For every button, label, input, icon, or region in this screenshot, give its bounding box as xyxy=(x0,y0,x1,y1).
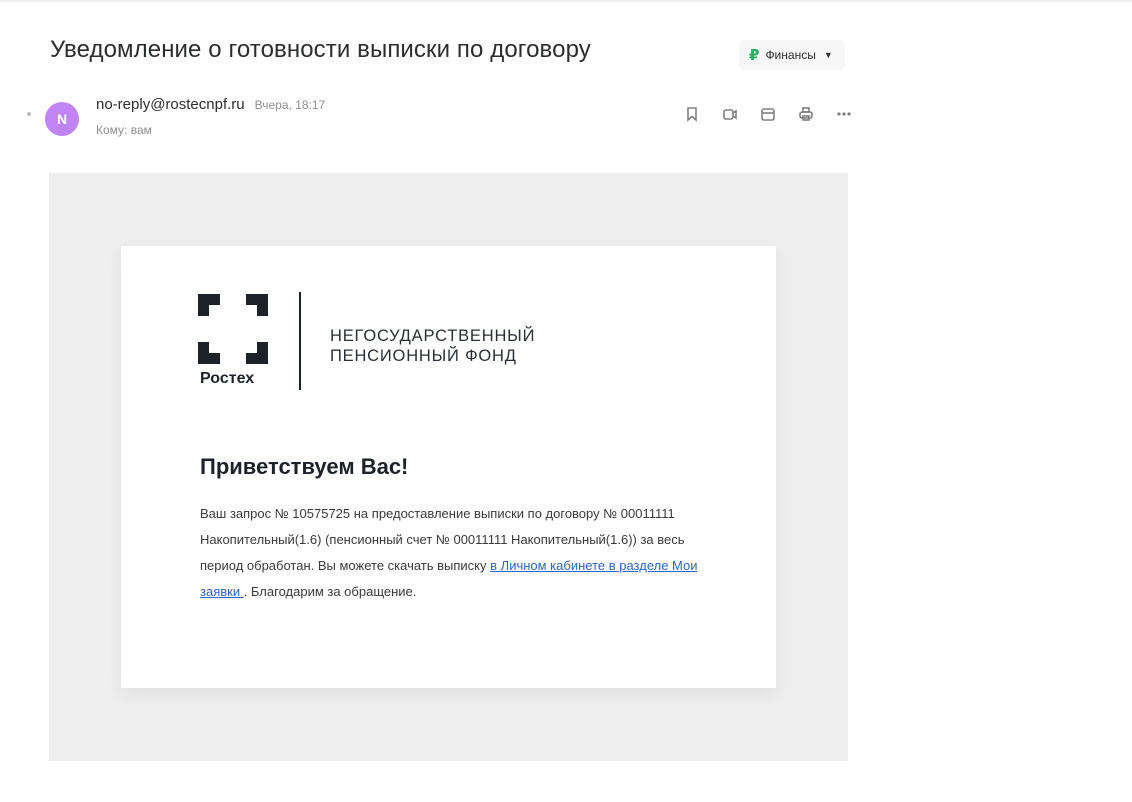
sender-email[interactable]: no-reply@rostecnpf.ru xyxy=(96,96,245,113)
brand-header: Ростех НЕГОСУДАРСТВЕННЫЙ ПЕНСИОННЫЙ ФОНД xyxy=(198,292,578,392)
folder-chip[interactable]: ₽ Финансы ▼ xyxy=(739,40,845,70)
letter-body: Ваш запрос № 10575725 на предоставление … xyxy=(200,501,700,605)
folder-label: Финансы xyxy=(765,48,816,62)
more-button[interactable] xyxy=(833,103,855,125)
brand-divider xyxy=(299,292,301,390)
print-button[interactable] xyxy=(795,103,817,125)
print-icon xyxy=(799,107,813,121)
message-subject: Уведомление о готовности выписки по дого… xyxy=(50,36,591,63)
sender-line: no-reply@rostecnpf.ru Вчера, 18:17 xyxy=(96,96,325,113)
sender-avatar[interactable]: N xyxy=(45,102,79,136)
message-toolbar xyxy=(681,103,855,125)
bookmark-button[interactable] xyxy=(681,103,703,125)
sent-time: Вчера, 18:17 xyxy=(254,98,326,112)
rostec-logo-word: Ростех xyxy=(200,370,255,387)
email-body-frame: Ростех НЕГОСУДАРСТВЕННЫЙ ПЕНСИОННЫЙ ФОНД… xyxy=(49,173,848,761)
bookmark-icon xyxy=(687,107,697,122)
reply-icon xyxy=(723,109,737,120)
more-icon xyxy=(837,112,851,116)
fund-name-line-2: ПЕНСИОННЫЙ ФОНД xyxy=(330,347,517,365)
rostec-logo-mark-icon xyxy=(198,294,268,364)
fund-name-line-1: НЕГОСУДАРСТВЕННЫЙ xyxy=(330,327,536,345)
calendar-icon xyxy=(761,108,775,121)
body-text-part-2: . Благодарим за обращение. xyxy=(243,584,417,599)
unread-dot[interactable] xyxy=(27,112,31,116)
calendar-button[interactable] xyxy=(757,103,779,125)
email-letter-card: Ростех НЕГОСУДАРСТВЕННЫЙ ПЕНСИОННЫЙ ФОНД… xyxy=(121,246,776,688)
ruble-icon: ₽ xyxy=(749,46,760,64)
caret-down-icon: ▼ xyxy=(823,50,833,60)
recipient-line[interactable]: Кому: вам xyxy=(96,123,152,137)
top-divider xyxy=(0,0,1132,2)
reply-button[interactable] xyxy=(719,103,741,125)
mail-reader: Уведомление о готовности выписки по дого… xyxy=(0,0,1132,802)
greeting-heading: Приветствуем Вас! xyxy=(200,454,409,479)
